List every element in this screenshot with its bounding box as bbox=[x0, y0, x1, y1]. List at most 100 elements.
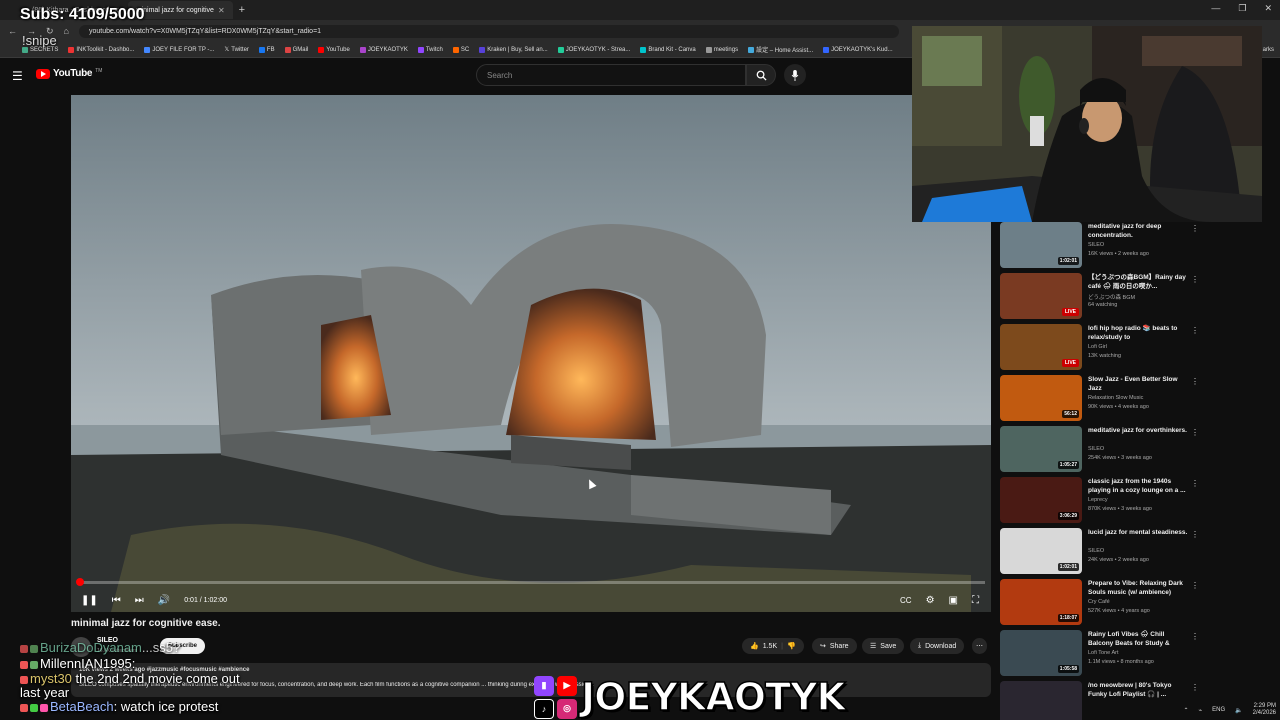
close-icon[interactable]: ✕ bbox=[218, 6, 225, 15]
recommendation-item[interactable]: 3:06:29 classic jazz from the 1940s playi… bbox=[998, 477, 1203, 524]
language-indicator[interactable]: ENG bbox=[1212, 707, 1225, 713]
video-thumbnail[interactable]: 1:02:01 bbox=[1000, 528, 1082, 574]
more-vert-icon[interactable]: ⋮ bbox=[1191, 632, 1199, 641]
voice-search-button[interactable] bbox=[784, 64, 806, 86]
recommendation-title[interactable]: /no meowbrew | 80's Tokyo Funky Lofi Pla… bbox=[1088, 681, 1188, 699]
video-thumbnail[interactable]: LIVE bbox=[1000, 273, 1082, 319]
like-button[interactable]: 👍 1.5K | 👎 bbox=[742, 638, 804, 654]
recommendation-channel[interactable]: SILEO bbox=[1088, 446, 1104, 452]
recommendation-channel[interactable]: Relaxation Slow Music bbox=[1088, 395, 1143, 401]
recommendation-title[interactable]: Slow Jazz - Even Better Slow Jazz bbox=[1088, 375, 1188, 393]
previous-icon[interactable]: ⏮ bbox=[112, 595, 121, 606]
video-thumbnail[interactable]: 1:02:01 bbox=[1000, 222, 1082, 268]
bookmark[interactable]: meetings bbox=[705, 46, 738, 53]
save-button[interactable]: ☰ Save bbox=[862, 638, 905, 654]
new-tab-icon[interactable]: + bbox=[233, 4, 251, 16]
recommendation-item[interactable]: 1:02:01 meditative jazz for deep concentr… bbox=[998, 222, 1203, 269]
bookmark[interactable]: GMail bbox=[284, 46, 308, 53]
bookmark[interactable]: 設定 – Home Assist... bbox=[748, 45, 813, 54]
thumbs-down-icon[interactable]: 👎 bbox=[787, 642, 796, 650]
recommendation-title[interactable]: meditative jazz for deep concentration. bbox=[1088, 222, 1188, 240]
progress-bar[interactable] bbox=[75, 578, 985, 586]
pause-icon[interactable]: ❚❚ bbox=[81, 595, 98, 606]
video-player[interactable]: ❚❚ ⏮ ⏭ 🔊 0:01 / 1:02:00 CC ⚙ ▣ ⛶ bbox=[71, 95, 991, 612]
bookmark[interactable]: Kraken | Buy, Sell an... bbox=[479, 46, 548, 53]
settings-gear-icon[interactable]: ⚙ bbox=[926, 595, 935, 606]
close-window-icon[interactable]: ✕ bbox=[1264, 3, 1272, 14]
recommendation-channel[interactable]: Lofi Girl bbox=[1088, 344, 1107, 350]
bookmark[interactable]: JOEYKAOTYK bbox=[359, 46, 408, 53]
recommendation-channel[interactable]: SILEO bbox=[1088, 548, 1104, 554]
recommendation-title[interactable]: meditative jazz for overthinkers. bbox=[1088, 426, 1188, 435]
volume-icon[interactable]: 🔊 bbox=[158, 595, 170, 606]
recommendation-channel[interactable]: Lofi Tone Art bbox=[1088, 650, 1118, 656]
url-field[interactable]: youtube.com/watch?v=X0WM5jTZqY&list=RDX0… bbox=[78, 24, 899, 38]
search-input[interactable]: Search bbox=[476, 64, 746, 86]
video-thumbnail[interactable]: 56:12 bbox=[1000, 375, 1082, 421]
video-thumbnail[interactable] bbox=[1000, 681, 1082, 720]
home-icon[interactable]: ⌂ bbox=[64, 26, 69, 36]
recommendation-channel[interactable]: SILEO bbox=[1088, 242, 1104, 248]
recommendation-item[interactable]: 1:05:58 Rainy Lofi Vibes 🌧 Chill Balcony … bbox=[998, 630, 1203, 677]
more-vert-icon[interactable]: ⋮ bbox=[1191, 326, 1199, 335]
bookmark[interactable]: JOEYKAOTYK - Strea... bbox=[557, 46, 630, 53]
recommendation-channel[interactable]: Cry Café bbox=[1088, 599, 1110, 605]
bookmark[interactable]: JOEYKAOTYK's Kud... bbox=[823, 46, 893, 53]
video-thumbnail[interactable]: 3:06:29 bbox=[1000, 477, 1082, 523]
recommendation-title[interactable]: Rainy Lofi Vibes 🌧 Chill Balcony Beats f… bbox=[1088, 630, 1188, 648]
back-icon[interactable]: ← bbox=[8, 26, 17, 36]
recommendation-title[interactable]: 【どうぶつの森BGM】Rainy day café 🌧 雨の日の喫か... bbox=[1088, 273, 1188, 291]
recommendation-item[interactable]: LIVE lofi hip hop radio 📚 beats to relax/… bbox=[998, 324, 1203, 371]
more-vert-icon[interactable]: ⋮ bbox=[1191, 530, 1199, 539]
volume-tray-icon[interactable]: 🔈 bbox=[1235, 707, 1242, 714]
menu-icon[interactable]: ☰ bbox=[12, 69, 23, 83]
video-thumbnail[interactable]: LIVE bbox=[1000, 324, 1082, 370]
system-clock[interactable]: 2:29 PM 2/4/2026 bbox=[1253, 703, 1276, 717]
more-vert-icon[interactable]: ⋮ bbox=[1191, 224, 1199, 233]
download-button[interactable]: ⤓ Download bbox=[910, 638, 965, 654]
recommendation-channel[interactable]: どうぶつの森 BGM bbox=[1088, 293, 1135, 301]
recommendation-title[interactable]: Prepare to Vibe: Relaxing Dark Souls mus… bbox=[1088, 579, 1188, 597]
more-vert-icon[interactable]: ⋮ bbox=[1191, 581, 1199, 590]
more-vert-icon[interactable]: ⋮ bbox=[1191, 428, 1199, 437]
bookmark[interactable]: INKToolkit - Dashbo... bbox=[68, 46, 134, 53]
video-thumbnail[interactable]: 1:05:27 bbox=[1000, 426, 1082, 472]
bookmark[interactable]: 𝕏 Twitter bbox=[224, 46, 249, 54]
recommendation-item[interactable]: /no meowbrew | 80's Tokyo Funky Lofi Pla… bbox=[998, 681, 1203, 720]
bookmark[interactable]: Twitch bbox=[417, 46, 443, 53]
miniplayer-icon[interactable]: ▣ bbox=[949, 595, 958, 606]
recommendation-channel[interactable]: Leprecy bbox=[1088, 497, 1108, 503]
bookmark[interactable]: YouTube bbox=[318, 46, 350, 53]
network-icon[interactable]: ⌁ bbox=[1199, 707, 1203, 714]
share-button[interactable]: ↪ Share bbox=[812, 638, 857, 654]
video-thumbnail[interactable]: 1:05:58 bbox=[1000, 630, 1082, 676]
tray-chevron-icon[interactable]: ⌃ bbox=[1183, 707, 1188, 714]
more-vert-icon[interactable]: ⋮ bbox=[1191, 377, 1199, 386]
recommendation-item[interactable]: LIVE 【どうぶつの森BGM】Rainy day café 🌧 雨の日の喫か..… bbox=[998, 273, 1203, 320]
all-bookmarks[interactable]: arks bbox=[1263, 47, 1274, 53]
more-vert-icon[interactable]: ⋮ bbox=[1191, 683, 1199, 692]
bookmark[interactable]: SC bbox=[452, 46, 469, 53]
video-thumbnail[interactable]: 1:18:07 bbox=[1000, 579, 1082, 625]
recommendation-item[interactable]: 1:18:07 Prepare to Vibe: Relaxing Dark So… bbox=[998, 579, 1203, 626]
next-icon[interactable]: ⏭ bbox=[135, 595, 144, 606]
bookmark[interactable]: FB bbox=[258, 46, 275, 53]
recommendation-title[interactable]: classic jazz from the 1940s playing in a… bbox=[1088, 477, 1188, 495]
recommendation-title[interactable]: lofi hip hop radio 📚 beats to relax/stud… bbox=[1088, 324, 1188, 342]
recommendation-item[interactable]: 56:12 Slow Jazz - Even Better Slow Jazz Re… bbox=[998, 375, 1203, 422]
recommendation-title[interactable]: lucid jazz for mental steadiness. bbox=[1088, 528, 1188, 537]
bookmark[interactable]: Brand Kit - Canva bbox=[640, 46, 696, 53]
youtube-logo[interactable]: YouTube TM bbox=[36, 68, 102, 79]
progress-scrubber[interactable] bbox=[75, 578, 84, 586]
fullscreen-icon[interactable]: ⛶ bbox=[972, 595, 979, 606]
captions-icon[interactable]: CC bbox=[900, 596, 912, 605]
more-vert-icon[interactable]: ⋮ bbox=[1191, 275, 1199, 284]
recommendation-item[interactable]: 1:05:27 meditative jazz for overthinkers.… bbox=[998, 426, 1203, 473]
recommendation-item[interactable]: 1:02:01 lucid jazz for mental steadiness.… bbox=[998, 528, 1203, 575]
maximize-icon[interactable]: ❐ bbox=[1238, 3, 1246, 14]
more-actions-button[interactable]: ⋯ bbox=[972, 638, 987, 654]
bookmark[interactable]: JOEY FILE FOR TP -... bbox=[144, 46, 214, 53]
more-vert-icon[interactable]: ⋮ bbox=[1191, 479, 1199, 488]
search-button[interactable] bbox=[746, 64, 776, 86]
minimize-icon[interactable]: — bbox=[1211, 3, 1220, 14]
